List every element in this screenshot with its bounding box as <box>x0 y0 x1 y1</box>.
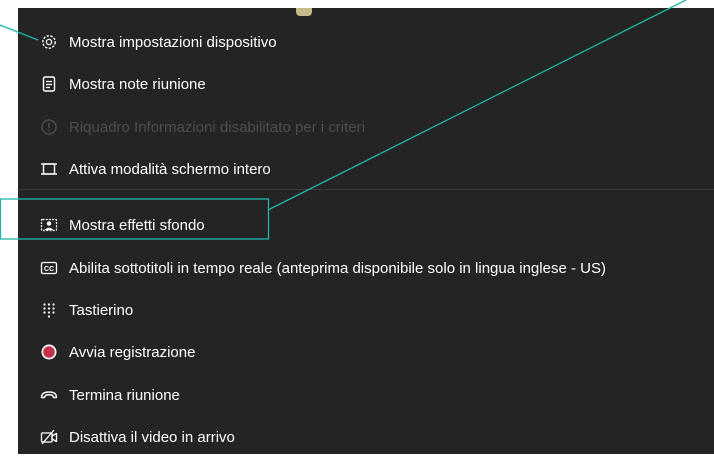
menu-item-label: Tastierino <box>69 301 134 319</box>
menu-item-info-pane-disabled: Riquadro Informazioni disabilitato per i… <box>18 107 714 147</box>
fullscreen-icon <box>40 160 58 178</box>
menu-item-full-screen[interactable]: Attiva modalità schermo intero <box>18 149 714 189</box>
dialpad-icon <box>40 301 58 319</box>
menu-item-end-meeting[interactable]: Termina riunione <box>18 375 714 415</box>
more-actions-menu: Mostra impostazioni dispositivo Mostra n… <box>18 8 714 454</box>
svg-text:CC: CC <box>44 266 54 273</box>
menu-item-device-settings[interactable]: Mostra impostazioni dispositivo <box>18 22 714 62</box>
menu-item-start-recording[interactable]: Avvia registrazione <box>18 332 714 372</box>
video-off-icon <box>40 428 58 446</box>
background-effects-icon <box>40 216 58 234</box>
menu-item-turn-off-incoming-video[interactable]: Disattiva il video in arrivo <box>18 417 714 454</box>
record-icon <box>40 343 58 361</box>
menu-item-dialpad[interactable]: Tastierino <box>18 290 714 330</box>
menu-item-label: Mostra impostazioni dispositivo <box>69 33 277 51</box>
menu-item-label: Mostra effetti sfondo <box>69 216 205 234</box>
menu-item-label: Disattiva il video in arrivo <box>69 428 235 446</box>
menu-item-label: Termina riunione <box>69 386 180 404</box>
gear-icon <box>40 33 58 51</box>
notes-icon <box>40 75 58 93</box>
info-icon <box>40 118 58 136</box>
menu-item-label: Riquadro Informazioni disabilitato per i… <box>69 118 365 136</box>
menu-item-background-effects[interactable]: Mostra effetti sfondo <box>18 205 714 245</box>
closed-captions-icon: CC <box>40 259 58 277</box>
menu-item-label: Avvia registrazione <box>69 343 196 361</box>
menu-item-label: Mostra note riunione <box>69 75 206 93</box>
menu-item-meeting-notes[interactable]: Mostra note riunione <box>18 64 714 104</box>
menu-top-decoration <box>296 8 312 16</box>
hang-up-icon <box>40 386 58 404</box>
menu-item-live-captions[interactable]: CC Abilita sottotitoli in tempo reale (a… <box>18 248 714 288</box>
menu-divider <box>18 189 714 190</box>
menu-item-label: Abilita sottotitoli in tempo reale (ante… <box>69 259 606 277</box>
menu-item-label: Attiva modalità schermo intero <box>69 160 271 178</box>
